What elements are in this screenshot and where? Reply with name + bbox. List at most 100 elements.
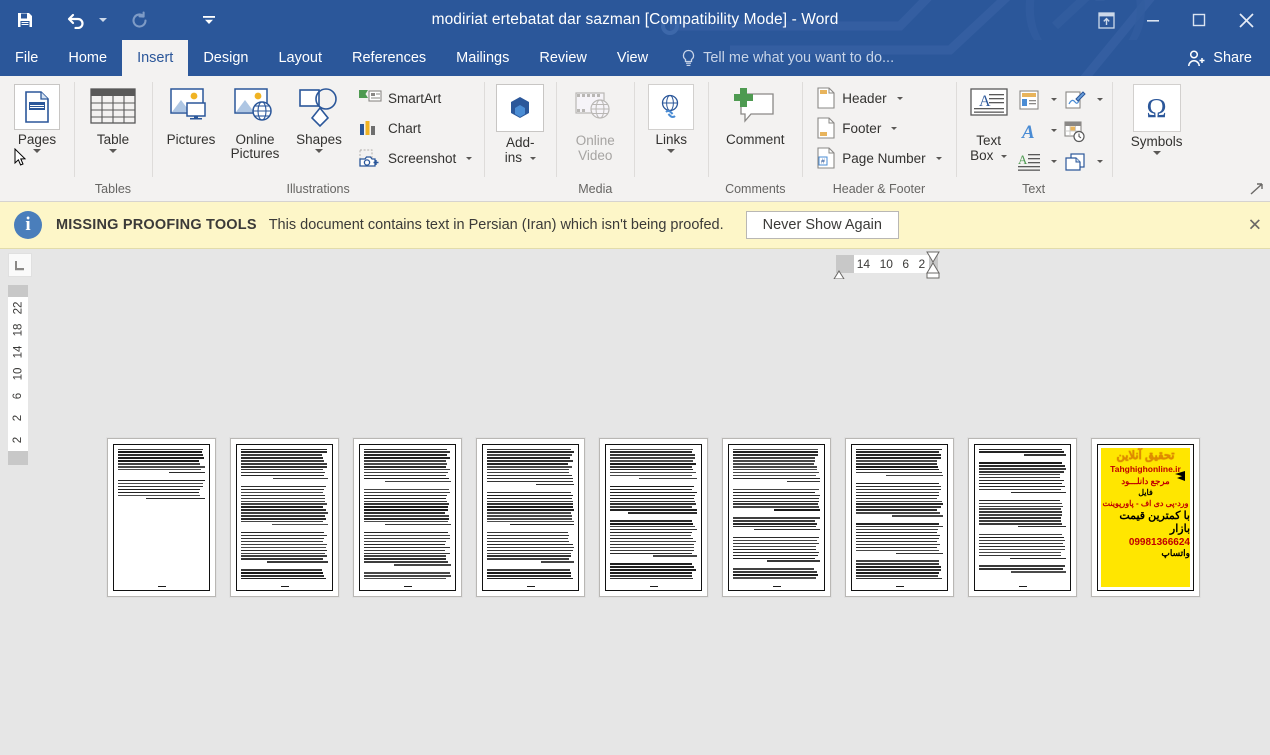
text-line: [487, 558, 569, 560]
chart-button[interactable]: Chart: [354, 113, 476, 143]
collapse-ribbon-button[interactable]: [1249, 182, 1265, 198]
signature-line-dropdown[interactable]: [1092, 86, 1104, 114]
text-line: [856, 454, 942, 456]
drop-cap-dropdown[interactable]: [1046, 148, 1058, 176]
text-box-button[interactable]: A Text Box: [964, 80, 1014, 163]
minimize-button[interactable]: [1130, 0, 1176, 40]
tab-design[interactable]: Design: [188, 40, 263, 76]
info-icon: i: [14, 211, 42, 239]
text-line: [364, 472, 449, 474]
horizontal-ruler[interactable]: 14 10 6 2: [836, 255, 938, 273]
close-button[interactable]: [1222, 0, 1270, 40]
text-line: [364, 552, 450, 554]
text-line: [627, 512, 697, 514]
shapes-button[interactable]: Shapes: [288, 80, 350, 153]
text-line: [487, 494, 573, 497]
text-line: [979, 477, 1061, 479]
wordart-dropdown[interactable]: [1046, 117, 1058, 145]
text-line: [733, 457, 815, 459]
page-thumbnail[interactable]: [476, 437, 585, 597]
pictures-button[interactable]: Pictures: [160, 80, 222, 147]
minimize-icon: [1147, 20, 1159, 22]
text-line: [856, 560, 939, 562]
drop-cap-button[interactable]: A: [1014, 148, 1044, 176]
text-line: [364, 466, 446, 468]
page-thumbnail[interactable]: [722, 437, 831, 597]
chevron-down-icon: [529, 156, 536, 160]
text-line: [364, 503, 449, 505]
text-line: [856, 563, 939, 565]
quick-parts-button[interactable]: [1014, 86, 1044, 114]
tab-insert[interactable]: Insert: [122, 40, 189, 76]
text-line: [364, 518, 449, 520]
document-canvas[interactable]: 2 2 6 10 14 18 22 تحقیق آنلاین Tahghighon…: [0, 279, 1270, 755]
text-line: [786, 480, 820, 483]
text-line: [610, 566, 695, 568]
message-bar-close-button[interactable]: ✕: [1248, 217, 1262, 234]
page-thumbnail[interactable]: تحقیق آنلاین Tahghighonline.ir مرجع دانلــ…: [1091, 437, 1200, 597]
text-line: [241, 572, 323, 574]
addins-label: Add-ins: [504, 135, 536, 165]
restore-button[interactable]: [1176, 0, 1222, 40]
date-time-button[interactable]: [1060, 117, 1090, 145]
group-label-symbols: [1122, 179, 1192, 201]
tab-review[interactable]: Review: [524, 40, 602, 76]
tell-me-box[interactable]: Tell me what you want to do...: [663, 40, 906, 76]
tab-stop-selector[interactable]: [8, 253, 32, 277]
ribbon-group-comments: Comment Comments: [708, 76, 802, 201]
screenshot-button[interactable]: Screenshot: [354, 143, 476, 173]
page-thumbnail[interactable]: [845, 437, 954, 597]
text-line: [118, 488, 201, 491]
chart-icon: [360, 121, 375, 135]
ribbon-group-media: Online Video Media: [556, 76, 634, 201]
tab-references[interactable]: References: [337, 40, 441, 76]
quick-parts-dropdown[interactable]: [1046, 86, 1058, 114]
text-line: [856, 534, 941, 537]
text-line: [364, 460, 447, 462]
page-text-block: [979, 448, 1066, 580]
share-button[interactable]: Share: [1175, 40, 1270, 76]
text-line: [487, 500, 574, 502]
wordart-button[interactable]: A: [1014, 117, 1044, 145]
tab-mailings[interactable]: Mailings: [441, 40, 524, 76]
comment-button[interactable]: Comment: [716, 80, 794, 147]
page-thumbnail[interactable]: [107, 437, 216, 597]
text-line: [979, 502, 1063, 504]
table-button[interactable]: Table: [82, 80, 144, 153]
object-button[interactable]: [1060, 148, 1090, 176]
page-thumbnail[interactable]: [599, 437, 708, 597]
footer-button[interactable]: Footer: [812, 113, 945, 143]
right-indent-marker[interactable]: [925, 251, 941, 279]
symbols-button[interactable]: Ω Symbols: [1122, 80, 1192, 155]
page-thumbnail[interactable]: [353, 437, 462, 597]
text-line: [856, 494, 940, 497]
page-number-button[interactable]: # Page Number: [812, 143, 945, 173]
restore-icon: [1192, 13, 1206, 27]
smartart-button[interactable]: SmartArt: [354, 83, 476, 113]
header-button[interactable]: Header: [812, 83, 945, 113]
tab-layout[interactable]: Layout: [263, 40, 337, 76]
text-line: [393, 564, 451, 566]
online-video-button[interactable]: Online Video: [564, 80, 626, 163]
tab-file[interactable]: File: [0, 40, 53, 76]
text-line: [241, 451, 328, 453]
page-thumbnail[interactable]: [968, 437, 1077, 597]
text-line: [241, 521, 324, 523]
tab-home[interactable]: Home: [53, 40, 122, 76]
text-line: [364, 534, 450, 537]
tab-view[interactable]: View: [602, 40, 663, 76]
pages-button[interactable]: Pages: [6, 80, 68, 153]
never-show-again-button[interactable]: Never Show Again: [745, 211, 899, 239]
links-button[interactable]: Links: [642, 80, 700, 153]
ad-tagline: مرجع دانلـــود: [1121, 475, 1170, 486]
text-line: [487, 546, 574, 549]
ribbon-display-options-button[interactable]: [1082, 0, 1130, 40]
ad-file-label: فایل: [1138, 487, 1153, 497]
object-dropdown[interactable]: [1092, 148, 1104, 176]
addins-button[interactable]: Add-ins: [492, 80, 548, 165]
online-pictures-button[interactable]: Online Pictures: [222, 80, 288, 161]
page-thumbnail[interactable]: [230, 437, 339, 597]
text-line: [241, 509, 326, 511]
text-line: [979, 465, 1065, 467]
signature-line-button[interactable]: [1060, 86, 1090, 114]
